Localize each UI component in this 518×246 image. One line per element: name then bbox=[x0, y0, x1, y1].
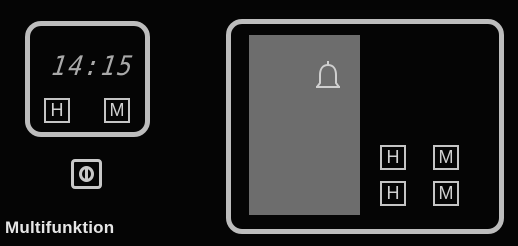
timer-hour-button-1[interactable]: H bbox=[380, 145, 406, 170]
timer-display-panel bbox=[249, 35, 360, 215]
timer-minute-button-2[interactable]: M bbox=[433, 181, 459, 206]
bell-icon bbox=[316, 61, 340, 88]
power-button[interactable] bbox=[71, 159, 102, 189]
clock-hour-button[interactable]: H bbox=[44, 98, 70, 123]
clock-display: 14:15 bbox=[49, 51, 137, 82]
mode-label: Multifunktion bbox=[5, 218, 115, 237]
timer-minute-button-1[interactable]: M bbox=[433, 145, 459, 170]
timer-hour-button-2[interactable]: H bbox=[380, 181, 406, 206]
clock-minute-button[interactable]: M bbox=[104, 98, 130, 123]
power-icon-bar bbox=[85, 169, 88, 179]
control-panel: 14:15 H M Multifunktion H M H M bbox=[0, 0, 518, 246]
